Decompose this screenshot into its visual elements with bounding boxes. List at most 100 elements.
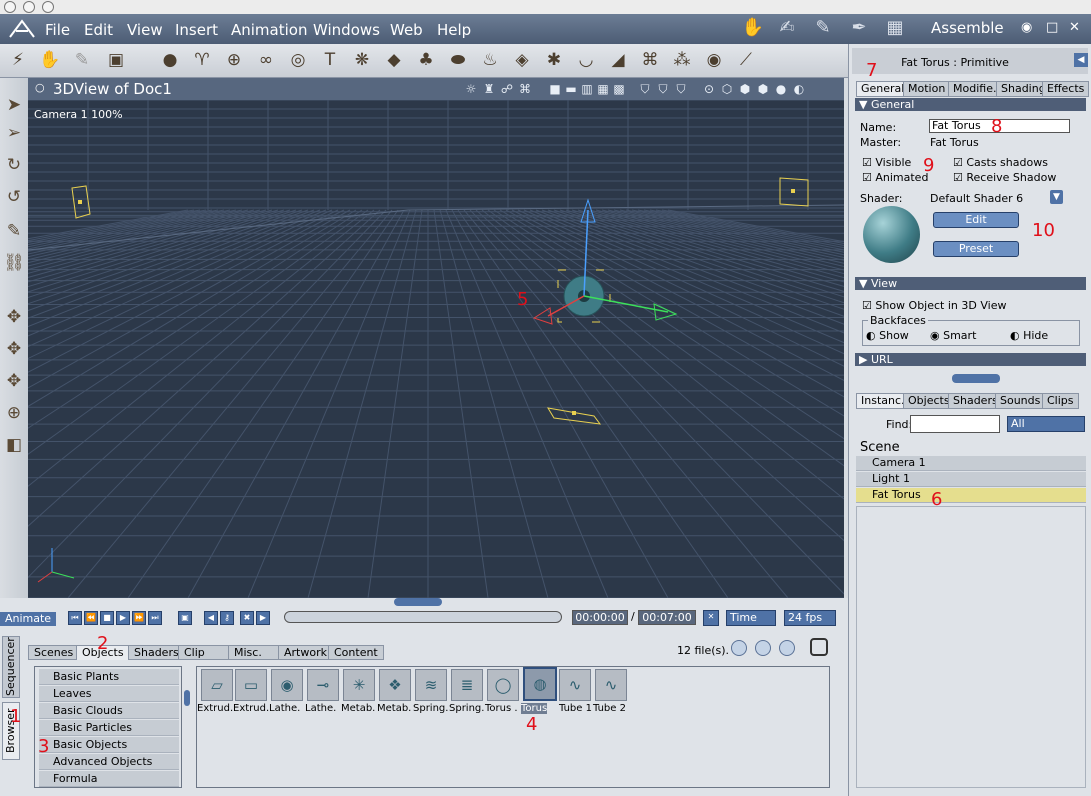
thumb-spring-2[interactable]: ≣ bbox=[451, 669, 483, 701]
small-icons-icon[interactable] bbox=[755, 640, 771, 656]
tab-instances[interactable]: Instanc. bbox=[856, 393, 910, 409]
tab-inst-objects[interactable]: Objects bbox=[903, 393, 955, 409]
orbit-icon[interactable]: ✥ bbox=[0, 368, 28, 394]
find-input[interactable] bbox=[910, 415, 1000, 433]
gray-sphere-icon[interactable]: ◐ bbox=[792, 82, 806, 96]
filter-select[interactable]: All bbox=[1007, 416, 1085, 432]
list-item[interactable]: Basic Plants bbox=[39, 669, 179, 685]
move-arrow-icon[interactable]: ➢ bbox=[0, 120, 28, 146]
tab-motion[interactable]: Motion bbox=[903, 81, 951, 97]
shield-2-icon[interactable]: ⛉ bbox=[656, 82, 670, 96]
scene-item-light[interactable]: Light 1 bbox=[856, 472, 1086, 487]
animated-checkbox[interactable]: ☑ Animated bbox=[862, 171, 928, 184]
play-icon[interactable]: ▶ bbox=[116, 611, 130, 625]
backface-show-radio[interactable]: ◐ Show bbox=[866, 329, 909, 342]
current-time-field[interactable]: 00:00:00 bbox=[572, 610, 628, 625]
box-2-icon[interactable]: ⬡ bbox=[720, 82, 734, 96]
shield-3-icon[interactable]: ⛉ bbox=[674, 82, 688, 96]
list-view-icon[interactable] bbox=[779, 640, 795, 656]
torus-icon[interactable]: ∞ bbox=[254, 48, 278, 72]
menu-help[interactable]: Help bbox=[437, 21, 471, 39]
visible-checkbox[interactable]: ☑ Visible bbox=[862, 156, 911, 169]
wire-cube-icon[interactable]: ⬢ bbox=[738, 82, 752, 96]
tab-sounds[interactable]: Sounds bbox=[995, 393, 1046, 409]
sphere-icon[interactable]: ● bbox=[158, 48, 182, 72]
cloud-plane-icon[interactable]: ⬬ bbox=[446, 48, 470, 72]
window-close-icon[interactable]: ✕ bbox=[1069, 20, 1080, 35]
rotate-icon[interactable]: ↻ bbox=[0, 152, 28, 178]
browser-options-icon[interactable] bbox=[810, 638, 828, 656]
thumb-extrude-1[interactable]: ▱ bbox=[201, 669, 233, 701]
menu-edit[interactable]: Edit bbox=[84, 21, 113, 39]
preset-shader-button[interactable]: Preset bbox=[933, 241, 1019, 257]
spotlight-icon[interactable]: ◢ bbox=[606, 48, 630, 72]
mode-film-icon[interactable]: ▦ bbox=[882, 17, 908, 41]
grid-sphere-icon[interactable]: ⊕ bbox=[222, 48, 246, 72]
dolly-icon[interactable]: ✥ bbox=[0, 336, 28, 362]
casts-shadows-checkbox[interactable]: ☑ Casts shadows bbox=[953, 156, 1048, 169]
camera-view-icon[interactable]: ⌘ bbox=[518, 82, 532, 96]
twist-icon[interactable]: ↺ bbox=[0, 184, 28, 210]
menu-animation[interactable]: Animation bbox=[231, 21, 307, 39]
category-scrollbar[interactable] bbox=[184, 690, 190, 706]
menu-insert[interactable]: Insert bbox=[175, 21, 218, 39]
tab-scenes[interactable]: Scenes bbox=[28, 645, 80, 660]
3d-viewport[interactable] bbox=[28, 100, 844, 598]
list-item[interactable]: Basic Clouds bbox=[39, 703, 179, 719]
layout-single-icon[interactable]: ■ bbox=[548, 82, 562, 96]
window-restore-icon[interactable]: □ bbox=[1046, 20, 1058, 35]
time-scrubber[interactable] bbox=[284, 611, 562, 623]
terrain-icon[interactable]: ◆ bbox=[382, 48, 406, 72]
time-mode-select[interactable]: Time bbox=[726, 610, 776, 626]
box-1-icon[interactable]: ⊙ bbox=[702, 82, 716, 96]
layout-four-icon[interactable]: ▩ bbox=[612, 82, 626, 96]
fire-icon[interactable]: ♨ bbox=[478, 48, 502, 72]
wand-icon[interactable]: ⚡ bbox=[6, 48, 30, 72]
list-item[interactable]: Advanced Objects bbox=[39, 754, 179, 770]
thumb-tube-2[interactable]: ∿ bbox=[595, 669, 627, 701]
loop-icon[interactable]: ▣ bbox=[178, 611, 192, 625]
thumb-tube-1[interactable]: ∿ bbox=[559, 669, 591, 701]
bowl-icon[interactable]: ◡ bbox=[574, 48, 598, 72]
mode-shape-icon[interactable]: ✍ bbox=[774, 17, 800, 41]
particles-icon[interactable]: ❋ bbox=[350, 48, 374, 72]
shield-1-icon[interactable]: ⛉ bbox=[638, 82, 652, 96]
next-key-icon[interactable]: ▶ bbox=[256, 611, 270, 625]
large-icons-icon[interactable] bbox=[731, 640, 747, 656]
hand-tool-icon[interactable]: ✋ bbox=[38, 48, 62, 72]
select-arrow-icon[interactable]: ➤ bbox=[0, 92, 28, 118]
animate-button[interactable]: Animate bbox=[0, 612, 56, 626]
scene-item-camera[interactable]: Camera 1 bbox=[856, 456, 1086, 471]
layout-split-v-icon[interactable]: ▥ bbox=[580, 82, 594, 96]
thumb-metaball-1[interactable]: ✳ bbox=[343, 669, 375, 701]
menu-view[interactable]: View bbox=[127, 21, 163, 39]
zoom-window-icon[interactable] bbox=[42, 1, 54, 13]
tab-misc[interactable]: Misc. bbox=[228, 645, 280, 660]
prev-key-icon[interactable]: ◀ bbox=[204, 611, 218, 625]
layout-split-h-icon[interactable]: ▬ bbox=[564, 82, 578, 96]
view-section-header[interactable]: ▼ View bbox=[855, 277, 1086, 290]
backface-hide-radio[interactable]: ◐ Hide bbox=[1010, 329, 1048, 342]
solid-cube-icon[interactable]: ⬢ bbox=[756, 82, 770, 96]
tab-general[interactable]: General bbox=[856, 81, 910, 97]
list-item[interactable]: Leaves bbox=[39, 686, 179, 702]
fps-select[interactable]: 24 fps bbox=[784, 610, 836, 626]
tab-clips[interactable]: Clips bbox=[1042, 393, 1079, 409]
render-tool-icon[interactable]: ▣ bbox=[104, 48, 128, 72]
thumb-lathe-1[interactable]: ◉ bbox=[271, 669, 303, 701]
walk-icon[interactable]: ☍ bbox=[500, 82, 514, 96]
list-item-selected[interactable]: Basic Objects bbox=[39, 737, 179, 753]
plant-icon[interactable]: ✱ bbox=[542, 48, 566, 72]
close-window-icon[interactable] bbox=[4, 1, 16, 13]
edit-shader-button[interactable]: Edit bbox=[933, 212, 1019, 228]
go-start-icon[interactable]: ⏮ bbox=[68, 611, 82, 625]
tree-icon[interactable]: ♣ bbox=[414, 48, 438, 72]
goblet-icon[interactable]: ♈ bbox=[190, 48, 214, 72]
url-section-header[interactable]: ▶ URL bbox=[855, 353, 1086, 366]
minimize-window-icon[interactable] bbox=[23, 1, 35, 13]
sequencer-tab[interactable]: Sequencer bbox=[2, 636, 20, 698]
tab-artwork[interactable]: Artwork bbox=[278, 645, 333, 660]
delete-key-icon[interactable]: ✖ bbox=[240, 611, 254, 625]
thumb-metaball-2[interactable]: ❖ bbox=[379, 669, 411, 701]
text-tool-icon[interactable]: T bbox=[318, 48, 342, 72]
